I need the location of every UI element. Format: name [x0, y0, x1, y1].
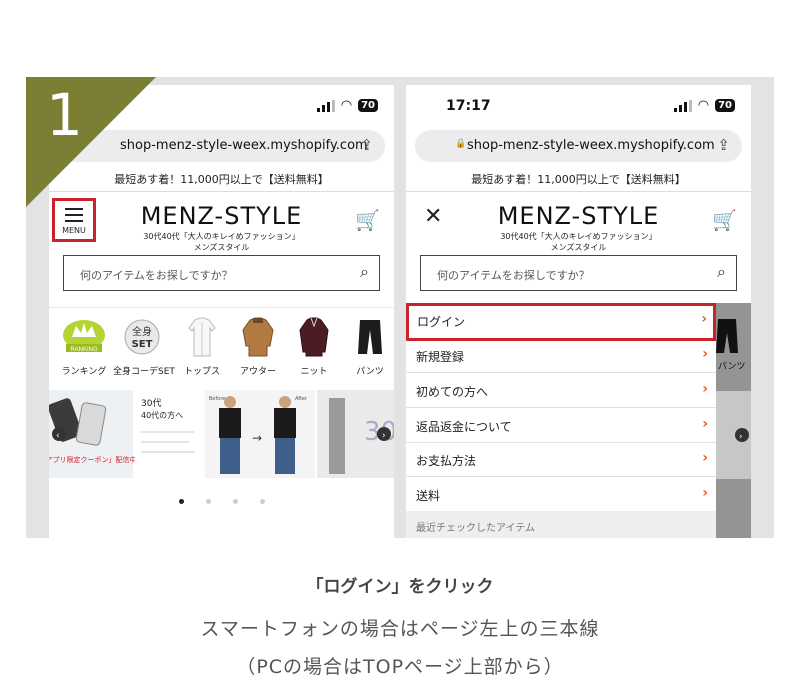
site-tagline: 30代40代「大人のキレイめファッション」	[500, 232, 657, 241]
signal-icon	[316, 99, 335, 112]
svg-text:›: ›	[739, 432, 743, 442]
site-tagline-sub: メンズスタイル	[193, 243, 250, 252]
category-label: 全身コーデSET	[113, 367, 175, 377]
banner-age-line2: 40代の方へ	[141, 410, 183, 420]
category-row: RANKING ランキング 全身 SET 全身コーデSET トップス アウター …	[49, 307, 394, 382]
caption-note: （PCの場合はTOPページ上部から）	[236, 656, 564, 678]
caption-title: 「ログイン」をクリック	[306, 577, 494, 597]
search-input[interactable]: 何のアイテムをお探しですか？ ⌕	[420, 255, 737, 291]
promo-bar: 最短あす着！11,000円以上で【送料無料】	[406, 171, 751, 192]
site-tagline-sub: メンズスタイル	[550, 243, 607, 252]
menu-item-label: 初めての方へ	[416, 385, 489, 399]
url-text: shop-menz-style-weex.myshopify.com	[120, 138, 368, 153]
menu-item-label: お支払方法	[416, 454, 477, 468]
search-icon[interactable]: ⌕	[717, 262, 726, 282]
category-label: パンツ	[356, 367, 384, 377]
category-label: ニット	[300, 367, 328, 377]
peek-label: パンツ	[718, 361, 745, 372]
search-icon[interactable]: ⌕	[360, 262, 369, 282]
svg-text:→: →	[252, 431, 262, 445]
cart-icon[interactable]: 🛒	[712, 208, 737, 232]
status-icons: ◠ 70	[673, 98, 735, 113]
category-label: アウター	[239, 367, 276, 377]
search-input[interactable]: 何のアイテムをお探しですか？ ⌕	[63, 255, 380, 291]
category-label: トップス	[183, 367, 220, 377]
knit-icon	[299, 317, 329, 357]
signal-icon	[673, 99, 692, 112]
ranking-badge-text: RANKING	[70, 347, 98, 353]
chevron-right-icon: ›	[702, 346, 708, 362]
chevron-right-icon: ›	[701, 311, 707, 327]
carousel-dot[interactable]	[205, 499, 211, 504]
set-badge-line2: SET	[132, 339, 153, 350]
category-outer[interactable]: アウター	[229, 316, 287, 377]
category-ranking[interactable]: RANKING ランキング	[55, 316, 113, 377]
carousel-dot[interactable]	[259, 499, 265, 504]
menu-item-label: 返品返金について	[416, 420, 512, 434]
nav-drawer: ログイン › 新規登録 › 初めての方へ › 返品返金について › お支払方法 …	[406, 303, 716, 538]
banner-before-label: Before	[209, 396, 225, 402]
cart-icon[interactable]: 🛒	[355, 208, 380, 232]
chevron-right-icon: ›	[702, 381, 708, 397]
chevron-right-icon: ›	[702, 450, 708, 466]
menu-item-label: ログイン	[417, 315, 466, 329]
recent-items-label: 最近チェックしたアイテム	[416, 523, 535, 534]
site-tagline: 30代40代「大人のキレイめファッション」	[143, 232, 300, 241]
url-text: shop-menz-style-weex.myshopify.com	[467, 138, 715, 153]
shirt-icon	[188, 317, 216, 357]
search-placeholder: 何のアイテムをお探しですか？	[437, 269, 590, 282]
menu-item-label: 送料	[416, 489, 441, 503]
caption-description: スマートフォンの場合はページ左上の三本線	[200, 618, 600, 640]
banner-age-line1: 30代	[141, 398, 161, 409]
status-icons: ◠ 70	[316, 98, 378, 113]
recent-items-header: 最近チェックしたアイテム	[406, 511, 716, 538]
share-icon[interactable]: ⇪	[717, 136, 730, 154]
menu-item-first-time[interactable]: 初めての方へ ›	[406, 373, 716, 408]
banner-coupon-text: 「アプリ限定クーポン」配信中！	[49, 455, 144, 464]
menu-item-login[interactable]: ログイン ›	[406, 303, 716, 341]
battery-icon: 70	[358, 99, 378, 112]
url-bar[interactable]: 🔒 shop-menz-style-weex.myshopify.com ⇪	[415, 130, 742, 162]
set-badge-icon: 全身 SET	[124, 319, 160, 355]
battery-icon: 70	[715, 99, 735, 112]
category-pants[interactable]: パンツ	[341, 316, 394, 377]
jacket-icon	[242, 317, 274, 357]
category-knit[interactable]: ニット	[285, 316, 343, 377]
ranking-laurel-icon: RANKING	[63, 320, 105, 353]
carousel-dots	[49, 489, 394, 508]
category-label: ランキング	[61, 367, 107, 377]
set-badge-line1: 全身	[132, 325, 152, 338]
chevron-right-icon: ›	[702, 416, 708, 432]
wifi-icon: ◠	[697, 98, 710, 113]
status-bar: 17:17 ◠ 70	[406, 85, 751, 121]
right-phone-screen: 17:17 ◠ 70 🔒 shop-menz-style-weex.myshop…	[406, 85, 751, 538]
menu-item-returns[interactable]: 返品返金について ›	[406, 408, 716, 443]
category-tops[interactable]: トップス	[173, 316, 231, 377]
search-placeholder: 何のアイテムをお探しですか？	[80, 269, 233, 282]
chevron-right-icon: ›	[702, 485, 708, 501]
svg-text:›: ›	[382, 431, 386, 441]
banner-carousel[interactable]: 「アプリ限定クーポン」配信中！ 30代 40代の方へ Before After …	[49, 390, 394, 478]
svg-text:‹: ‹	[56, 431, 60, 441]
site-header: ✕ MENZ-STYLE 30代40代「大人のキレイめファッション」 メンズスタ…	[406, 192, 751, 252]
pants-icon	[358, 320, 382, 354]
status-time: 17:17	[446, 98, 491, 114]
lock-icon: 🔒	[455, 139, 467, 149]
carousel-dot-active[interactable]	[178, 499, 184, 504]
menu-item-payment[interactable]: お支払方法 ›	[406, 442, 716, 477]
site-logo[interactable]: MENZ-STYLE	[406, 202, 751, 230]
category-set[interactable]: 全身 SET 全身コーデSET	[113, 316, 175, 377]
menu-item-register[interactable]: 新規登録 ›	[406, 338, 716, 373]
banner-after-label: After	[295, 396, 308, 402]
menu-item-shipping[interactable]: 送料 ›	[406, 477, 716, 512]
share-icon[interactable]: ⇪	[360, 136, 373, 154]
banner-image: 「アプリ限定クーポン」配信中！ 30代 40代の方へ Before After …	[49, 390, 394, 478]
menu-item-label: 新規登録	[416, 350, 465, 364]
step-number: 1	[46, 81, 83, 149]
carousel-dot[interactable]	[232, 499, 238, 504]
wifi-icon: ◠	[340, 98, 353, 113]
